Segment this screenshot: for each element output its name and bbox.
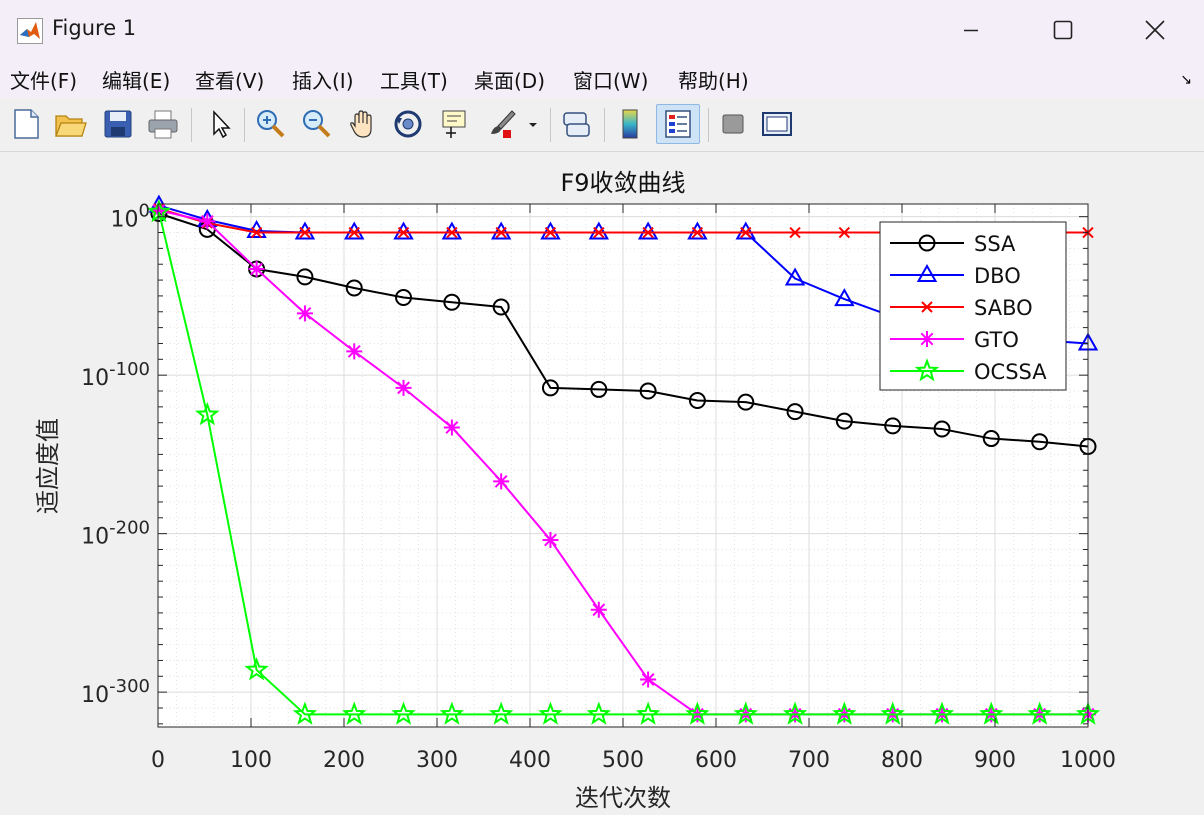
save-button[interactable] [100,106,136,142]
show-plot-tools-button[interactable] [759,106,795,142]
toolbar-separator [191,108,192,142]
x-tick-label: 1000 [1060,748,1116,773]
toolbar-separator [244,108,245,142]
legend-icon [665,110,691,138]
zoom-out-button[interactable] [298,106,334,142]
zoom-in-button[interactable] [252,106,288,142]
data-cursor-icon [442,110,466,138]
window-title: Figure 1 [52,16,137,40]
data-point-gto [443,419,460,436]
menu-view[interactable]: 查看(V) [195,65,264,94]
new-figure-icon [14,109,39,139]
pan-hand-icon [350,110,372,138]
legend-label: DBO [974,264,1021,288]
maximize-icon [1053,20,1073,40]
maximize-button[interactable] [1032,0,1094,60]
x-tick-label: 100 [230,748,272,773]
title-bar: Figure 1 [0,0,1204,60]
legend-marker [919,331,935,347]
hide-plot-tools-button[interactable] [715,106,751,142]
rotate-3d-button[interactable] [390,106,426,142]
print-icon [148,110,178,139]
hide-plot-tools-icon [722,114,744,134]
brush-icon [491,110,516,138]
data-point-gto [590,601,607,618]
data-point-gto [346,343,363,360]
toolbar-separator [604,108,605,142]
x-tick-label: 400 [509,748,551,773]
x-tick-label: 900 [974,748,1016,773]
menu-tools[interactable]: 工具(T) [380,65,448,94]
menu-window[interactable]: 窗口(W) [573,65,648,94]
legend-label: GTO [974,328,1019,352]
menu-bar: 文件(F) 编辑(E) 查看(V) 插入(I) 工具(T) 桌面(D) 窗口(W… [0,60,1204,98]
x-tick-label: 300 [416,748,458,773]
legend-label: SSA [974,232,1016,256]
print-button[interactable] [145,106,181,142]
data-point-gto [395,379,412,396]
toolbar-separator [708,108,709,142]
menu-desktop[interactable]: 桌面(D) [474,65,545,94]
brush-dropdown[interactable] [524,106,542,142]
y-axis-label: 适应度值 [34,418,62,514]
new-figure-button[interactable] [8,106,44,142]
link-plot-button[interactable] [558,106,594,142]
data-point-gto [640,671,657,688]
brush-button[interactable] [484,106,520,142]
data-point-gto [296,305,313,322]
figure-toolbar [0,98,1204,152]
x-tick-label: 200 [323,748,365,773]
x-tick-label: 500 [602,748,644,773]
x-axis-label: 迭代次数 [575,784,671,812]
colorbar-icon [622,109,638,139]
chevron-down-icon [529,123,537,127]
minimize-button[interactable] [940,0,1002,60]
menu-edit[interactable]: 编辑(E) [102,65,170,94]
legend[interactable]: SSA DBO SABO GTO OCSSA [879,221,1067,391]
matlab-logo-icon [17,18,43,44]
figure-canvas[interactable]: 0 100 200 300 400 500 600 700 800 900 100010010-10… [0,153,1204,815]
data-point-gto [493,473,510,490]
chart-title: F9收敛曲线 [560,169,685,197]
menu-help[interactable]: 帮助(H) [678,65,749,94]
open-file-button[interactable] [52,106,88,142]
pointer-icon [213,110,231,139]
data-point-gto [542,531,559,548]
pan-button[interactable] [345,106,381,142]
data-point-gto [248,260,265,277]
rotate-3d-icon [394,110,422,138]
x-tick-label: 600 [695,748,737,773]
data-point-gto [199,213,216,230]
x-tick-label: 800 [881,748,923,773]
save-icon [104,110,132,138]
legend-button[interactable] [656,104,700,144]
legend-label: SABO [974,296,1033,320]
close-icon [1145,20,1165,40]
data-cursor-button[interactable] [437,106,473,142]
x-tick-label: 0 [151,748,165,773]
menu-insert[interactable]: 插入(I) [292,65,354,94]
show-plot-tools-icon [762,112,792,136]
toolbar-separator [550,108,551,142]
minimize-icon [964,29,978,32]
legend-label: OCSSA [974,360,1047,384]
x-tick-label: 700 [788,748,830,773]
dock-arrow-icon[interactable]: ↘ [1180,72,1192,88]
pointer-button[interactable] [202,106,238,142]
figure-window: Figure 1 文件(F) 编辑(E) 查看(V) 插入(I) 工具(T) 桌… [0,0,1204,815]
close-button[interactable] [1124,0,1186,60]
open-file-icon [55,115,87,137]
menu-file[interactable]: 文件(F) [10,65,77,94]
link-plot-icon [563,112,590,137]
zoom-out-icon [303,110,331,138]
colorbar-button[interactable] [612,106,648,142]
zoom-in-icon [257,110,285,138]
